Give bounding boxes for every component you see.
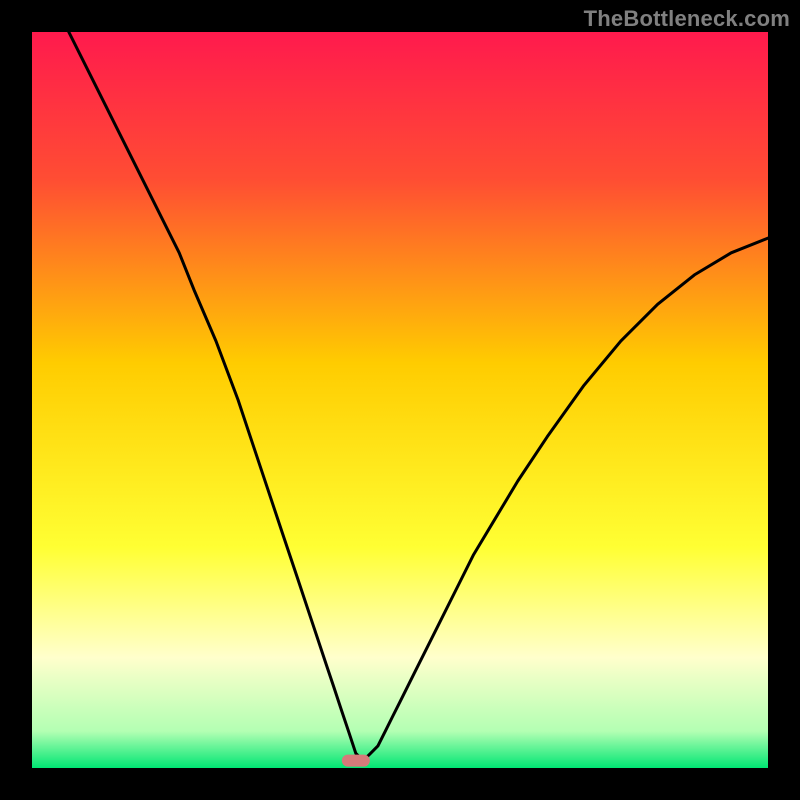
watermark-text: TheBottleneck.com (584, 6, 790, 32)
optimal-marker (342, 755, 370, 767)
chart-svg (32, 32, 768, 768)
chart-plot-area (32, 32, 768, 768)
chart-background (32, 32, 768, 768)
chart-frame: TheBottleneck.com (0, 0, 800, 800)
